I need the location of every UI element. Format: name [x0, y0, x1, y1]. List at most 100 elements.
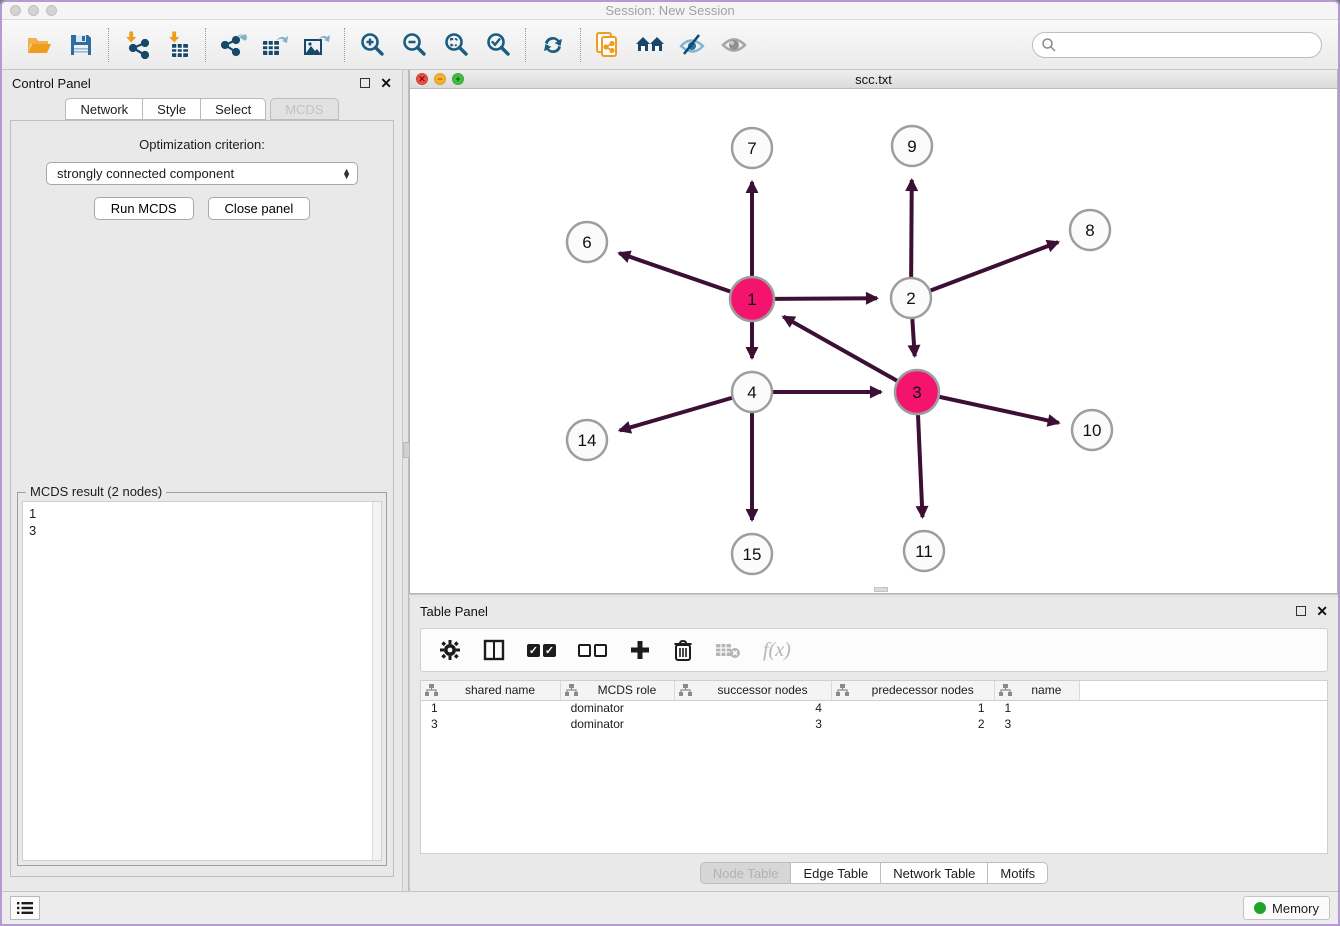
zoom-fit-button[interactable]	[437, 27, 475, 63]
houses-icon	[634, 32, 666, 58]
export-table-button[interactable]	[256, 27, 294, 63]
tab-network[interactable]: Network	[65, 98, 142, 120]
show-all-button[interactable]	[715, 27, 753, 63]
search-input[interactable]	[1063, 37, 1321, 52]
app-titlebar: Session: New Session	[2, 2, 1338, 20]
zoom-fit-icon	[442, 31, 470, 59]
delete-table-button[interactable]	[715, 640, 741, 660]
cell-predecessor-nodes[interactable]: 1	[832, 700, 995, 716]
session-list-button[interactable]	[10, 896, 40, 920]
column-header-predecessor-nodes[interactable]: predecessor nodes	[832, 681, 995, 700]
first-neighbors-button[interactable]	[631, 27, 669, 63]
tab-mcds[interactable]: MCDS	[270, 98, 338, 120]
save-session-button[interactable]	[62, 27, 100, 63]
column-header-name[interactable]: name	[995, 681, 1080, 700]
optimization-criterion-label: Optimization criterion:	[11, 137, 393, 152]
network-graph[interactable]: 7968124314101511	[410, 89, 1338, 589]
clone-network-icon	[593, 30, 623, 60]
splitter-handle[interactable]	[403, 442, 410, 458]
table-panel: Table Panel ✕	[409, 598, 1338, 891]
app-title: Session: New Session	[2, 3, 1338, 18]
unchecked-box-icon	[578, 644, 591, 657]
criterion-select[interactable]: strongly connected component ▲▼	[46, 162, 358, 185]
run-mcds-button[interactable]: Run MCDS	[94, 197, 194, 220]
column-header-filler	[1079, 681, 1327, 700]
edge-3-10[interactable]	[939, 397, 1058, 423]
edge-4-14[interactable]	[620, 398, 732, 431]
column-header-MCDS-role[interactable]: MCDS role	[561, 681, 675, 700]
canvas-resize-handle[interactable]	[874, 587, 888, 592]
edge-2-9[interactable]	[911, 180, 912, 277]
tab-node-table[interactable]: Node Table	[700, 862, 791, 884]
column-type-icon	[836, 684, 849, 696]
zoom-out-button[interactable]	[395, 27, 433, 63]
result-scrollbar[interactable]	[372, 502, 381, 860]
cell-shared-name[interactable]: 3	[421, 716, 561, 732]
edge-1-6[interactable]	[619, 253, 730, 291]
import-network-button[interactable]	[117, 27, 155, 63]
cell-MCDS-role[interactable]: dominator	[561, 700, 675, 716]
close-panel-button[interactable]: ✕	[380, 78, 392, 88]
status-bar: Memory	[2, 891, 1338, 924]
close-table-panel-button[interactable]: ✕	[1316, 606, 1328, 616]
search-icon	[1041, 37, 1057, 53]
float-panel-button[interactable]	[360, 78, 370, 88]
tab-motifs[interactable]: Motifs	[987, 862, 1048, 884]
edge-2-3[interactable]	[912, 319, 914, 356]
gear-icon	[439, 639, 461, 661]
search-box[interactable]	[1032, 32, 1322, 58]
eye-disabled-icon	[719, 32, 749, 58]
edge-1-2[interactable]	[775, 298, 877, 299]
add-row-button[interactable]	[629, 639, 651, 661]
plus-icon	[629, 639, 651, 661]
zoom-in-button[interactable]	[353, 27, 391, 63]
cell-successor-nodes[interactable]: 4	[674, 700, 832, 716]
delete-row-button[interactable]	[673, 639, 693, 661]
table-tabs: Node TableEdge TableNetwork TableMotifs	[410, 854, 1338, 891]
memory-button[interactable]: Memory	[1243, 896, 1330, 920]
network-canvas[interactable]: 7968124314101511	[410, 89, 1337, 593]
cell-MCDS-role[interactable]: dominator	[561, 716, 675, 732]
node-label-1: 1	[747, 290, 756, 309]
edge-3-11[interactable]	[918, 415, 922, 517]
column-header-shared-name[interactable]: shared name	[421, 681, 561, 700]
mcds-result-list[interactable]: 1 3	[23, 502, 372, 860]
select-all-button[interactable]: ✓ ✓	[527, 644, 556, 657]
vertical-splitter[interactable]	[402, 70, 409, 891]
unchecked-box-icon	[594, 644, 607, 657]
float-table-panel-button[interactable]	[1296, 606, 1306, 616]
table-row[interactable]: 1dominator411	[421, 700, 1327, 716]
clone-network-button[interactable]	[589, 27, 627, 63]
edge-3-1[interactable]	[783, 317, 897, 381]
tab-style[interactable]: Style	[142, 98, 200, 120]
table-settings-button[interactable]	[439, 639, 461, 661]
network-view-window: ✕ − + scc.txt 7968124314101511	[409, 70, 1338, 594]
export-image-icon	[302, 31, 332, 59]
apply-layout-button[interactable]	[534, 27, 572, 63]
tab-select[interactable]: Select	[200, 98, 266, 120]
cell-name[interactable]: 1	[995, 700, 1080, 716]
deselect-all-button[interactable]	[578, 644, 607, 657]
tab-network-table[interactable]: Network Table	[880, 862, 987, 884]
open-session-button[interactable]	[20, 27, 58, 63]
tab-edge-table[interactable]: Edge Table	[790, 862, 880, 884]
cell-successor-nodes[interactable]: 3	[674, 716, 832, 732]
node-label-9: 9	[907, 137, 916, 156]
column-header-successor-nodes[interactable]: successor nodes	[674, 681, 832, 700]
close-panel-button-inner[interactable]: Close panel	[208, 197, 311, 220]
show-column-button[interactable]	[483, 639, 505, 661]
zoom-selected-button[interactable]	[479, 27, 517, 63]
table-row[interactable]: 3dominator323	[421, 716, 1327, 732]
cell-predecessor-nodes[interactable]: 2	[832, 716, 995, 732]
edge-2-8[interactable]	[931, 242, 1059, 290]
function-builder-button[interactable]: f(x)	[763, 639, 791, 662]
cell-shared-name[interactable]: 1	[421, 700, 561, 716]
cell-name[interactable]: 3	[995, 716, 1080, 732]
hide-selected-button[interactable]	[673, 27, 711, 63]
import-table-button[interactable]	[159, 27, 197, 63]
node-table[interactable]: shared nameMCDS rolesuccessor nodesprede…	[420, 680, 1328, 854]
export-image-button[interactable]	[298, 27, 336, 63]
memory-label: Memory	[1272, 901, 1319, 916]
export-network-button[interactable]	[214, 27, 252, 63]
mcds-result-title: MCDS result (2 nodes)	[26, 484, 166, 499]
